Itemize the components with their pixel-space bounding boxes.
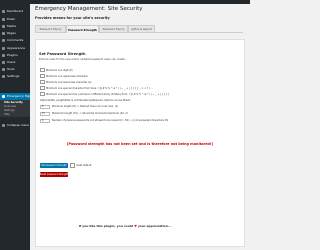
rule-uppercase-checkbox[interactable]	[40, 73, 45, 79]
submenu-item-settings[interactable]: Settings	[4, 109, 15, 112]
admin-sidebar: Dashboard Posts Media Pages Comments App…	[0, 4, 33, 250]
sidebar-item-tools[interactable]: Tools	[0, 66, 30, 73]
main-content: Emergency Management: Site Security Prov…	[33, 4, 247, 250]
users-icon	[2, 61, 5, 64]
dashboard-icon	[2, 10, 5, 13]
tab-password-strength[interactable]: Password Strength	[66, 25, 99, 33]
rule-uppercase: Minimum one uppercase character	[40, 73, 88, 79]
settings-panel: Set Password Strength Enforce rules for …	[35, 39, 245, 247]
previous-passwords-row: 0 Number of previous passwords not allow…	[40, 118, 169, 123]
rule-special-hidden-checkbox[interactable]	[40, 91, 45, 97]
collapse-menu-button[interactable]: Collapse menu	[0, 122, 30, 129]
page-subtitle: Provides means for your site's security	[35, 16, 110, 20]
max-length-row: 15 Maximum length (15) -> Should be mini…	[40, 111, 128, 116]
sidebar-item-comments[interactable]: Comments	[0, 37, 30, 44]
page-icon	[2, 32, 5, 35]
submenu-item-site-security[interactable]: Site Security	[4, 101, 23, 104]
sidebar-item-posts[interactable]: Posts	[0, 16, 30, 23]
comment-icon	[2, 39, 5, 42]
rule-lowercase-checkbox[interactable]	[40, 79, 45, 85]
rule-special-hidden: Minimum one special char just here in di…	[40, 91, 169, 97]
tab-bar: Password Expiry Password Strength Passwo…	[35, 25, 243, 33]
sidebar-item-media[interactable]: Media	[0, 23, 30, 30]
pin-icon	[2, 18, 5, 21]
min-length-row: 8 Minimum length (8) -> Desired does not…	[40, 104, 119, 109]
tab-password-expiry-2[interactable]: Password Expiry	[99, 25, 128, 32]
rule-digit-checkbox[interactable]	[40, 67, 45, 73]
brush-icon	[2, 47, 5, 50]
page-title: Emergency Management: Site Security	[35, 6, 143, 12]
shield-icon	[2, 95, 5, 98]
rule-special: Minimum one special character from here:…	[40, 85, 153, 91]
collapse-icon	[2, 124, 5, 127]
reset-default-checkbox[interactable]	[70, 163, 75, 168]
footer-note: If you like this plugin, you could ♥ you…	[78, 224, 172, 228]
sidebar-item-pages[interactable]: Pages	[0, 30, 30, 37]
plugin-icon	[2, 54, 5, 57]
heart-icon[interactable]: ♥	[134, 224, 137, 228]
section-description: Enforce rules for the new and/or updated…	[39, 58, 128, 61]
submenu-item-overview[interactable]: Overview	[4, 105, 16, 108]
settings-icon	[2, 75, 5, 78]
rule-digit: Minimum one digit (0)	[40, 67, 73, 73]
sidebar-item-appearance[interactable]: Appearance	[0, 45, 30, 52]
tab-ip-report[interactable]: Ip/Pos & Report	[128, 25, 155, 32]
set-strength-button[interactable]: Set password strength	[40, 163, 68, 168]
sidebar-submenu: Site Security Overview Settings Help	[0, 100, 30, 117]
previous-passwords-input[interactable]: 0	[40, 118, 50, 123]
sidebar-item-dashboard[interactable]: Dashboard	[0, 8, 30, 15]
media-icon	[2, 25, 5, 28]
sidebar-item-users[interactable]: Users	[0, 59, 30, 66]
reset-default-row: reset default	[70, 163, 91, 168]
section-title: Set Password Strength	[39, 52, 86, 56]
not-monitored-warning: [Password strength has not been set and …	[66, 142, 214, 146]
sidebar-item-settings[interactable]: Settings	[0, 73, 30, 80]
rule-lowercase: Minimum one lowercase character (a)	[40, 79, 91, 85]
min-length-input[interactable]: 8	[40, 104, 50, 109]
options-note: Optional/Min_Length/Max is not Mandatory…	[40, 98, 131, 102]
tab-password-expiry[interactable]: Password Expiry	[35, 25, 66, 32]
max-length-input[interactable]: 15	[40, 111, 50, 116]
submenu-item-help[interactable]: Help	[4, 113, 10, 116]
rule-special-checkbox[interactable]	[40, 85, 45, 91]
wrench-icon	[2, 68, 5, 71]
sidebar-item-emergency[interactable]: Emergency Mgmt	[0, 93, 33, 100]
reset-strength-button[interactable]: Reset password strength	[40, 172, 68, 177]
sidebar-item-plugins[interactable]: Plugins	[0, 52, 30, 59]
